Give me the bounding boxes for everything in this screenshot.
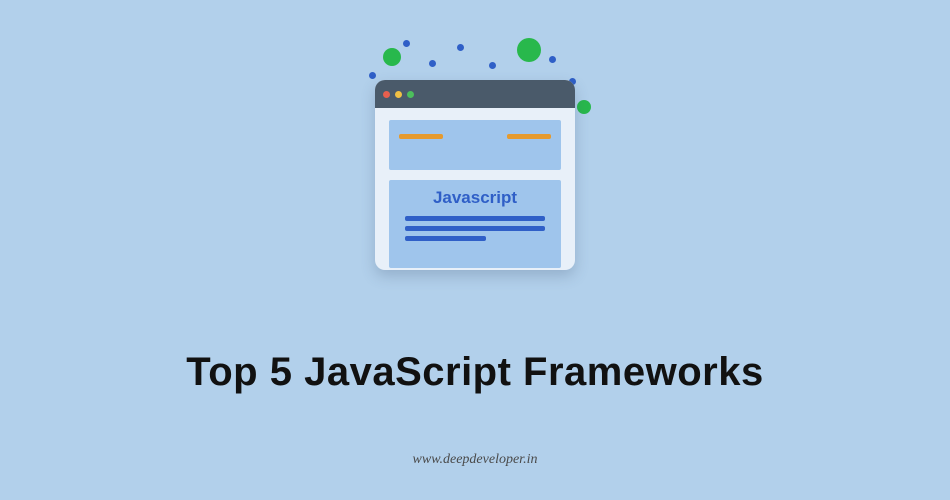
window-body-panel: Javascript xyxy=(389,180,561,268)
window-titlebar xyxy=(375,80,575,108)
traffic-light-red-icon xyxy=(383,91,390,98)
decor-dot-blue xyxy=(489,62,496,69)
decor-line-icon xyxy=(405,226,545,231)
decor-dot-blue xyxy=(403,40,410,47)
decor-bar-icon xyxy=(507,134,551,139)
decor-dot-blue xyxy=(429,60,436,67)
browser-window-icon: Javascript xyxy=(375,80,575,270)
decor-bar-icon xyxy=(399,134,443,139)
decor-dot-green xyxy=(383,48,401,66)
footer-url: www.deepdeveloper.in xyxy=(0,452,950,468)
decor-dot-green xyxy=(517,38,541,62)
decor-line-icon xyxy=(405,216,545,221)
decor-line-icon xyxy=(405,236,486,241)
traffic-light-yellow-icon xyxy=(395,91,402,98)
javascript-badge: Javascript xyxy=(401,188,549,208)
decor-dot-blue xyxy=(369,72,376,79)
traffic-light-green-icon xyxy=(407,91,414,98)
window-header-panel xyxy=(389,120,561,170)
decor-dot-blue xyxy=(549,56,556,63)
decor-dot-green xyxy=(577,100,591,114)
page-title: Top 5 JavaScript Frameworks xyxy=(0,350,950,395)
decor-dot-blue xyxy=(457,44,464,51)
hero-illustration: Javascript xyxy=(345,38,605,278)
